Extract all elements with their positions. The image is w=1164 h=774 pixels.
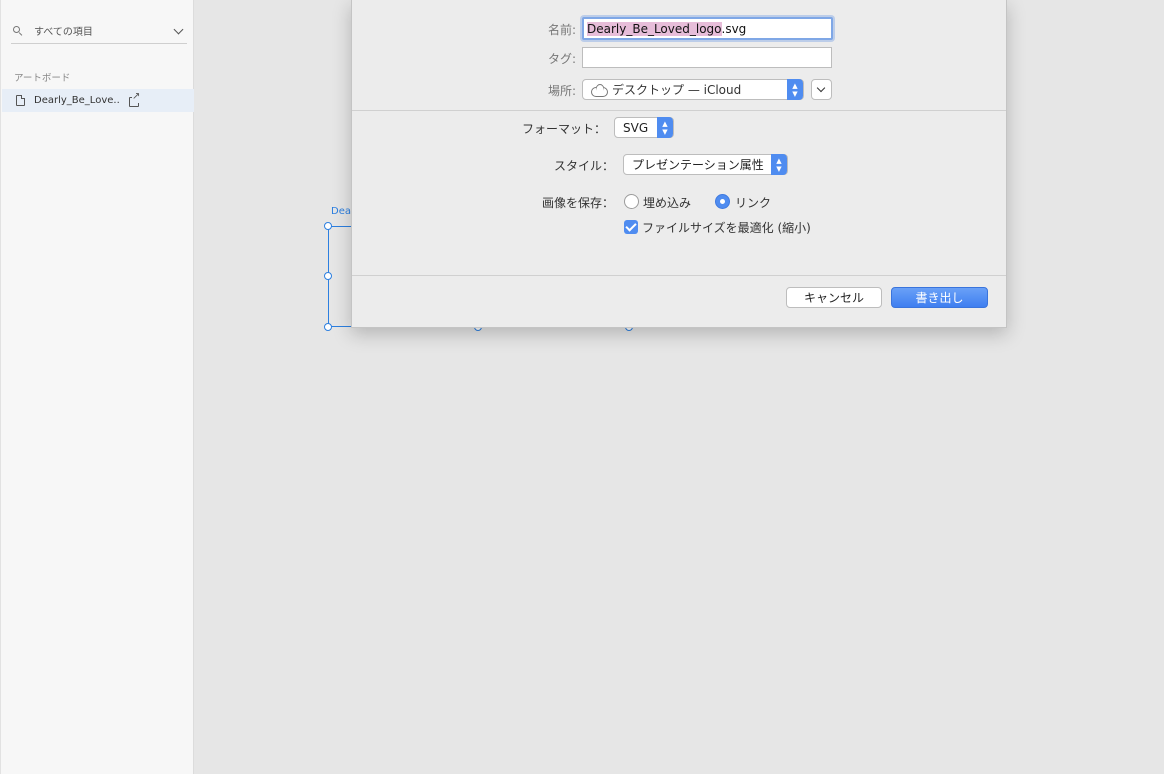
style-value: プレゼンテーション属性	[632, 158, 764, 172]
optimize-checkbox-label[interactable]: ファイルサイズを最適化 (縮小)	[642, 219, 811, 236]
optimize-checkbox[interactable]	[624, 220, 638, 234]
embed-radio[interactable]	[624, 194, 639, 209]
artboard-list-item[interactable]: Dearly_Be_Love...	[2, 89, 194, 112]
tags-label: タグ:	[547, 52, 576, 66]
location-value: デスクトップ — iCloud	[612, 83, 742, 97]
style-select[interactable]: プレゼンテーション属性 ▲ ▼	[623, 154, 788, 175]
style-label: スタイル：	[553, 159, 614, 173]
resize-handle-middle-left[interactable]	[324, 272, 332, 280]
cancel-button[interactable]: キャンセル	[786, 287, 882, 308]
format-stepper-icon: ▲ ▼	[657, 117, 673, 138]
artboard-item-label: Dearly_Be_Love...	[34, 95, 120, 106]
export-dialog: 名前: Dearly_Be_Loved_logo .svg タグ: 場所: デスク…	[351, 0, 1007, 328]
filter-label: すべての項目	[34, 27, 93, 38]
chevron-down-icon[interactable]	[173, 25, 185, 37]
link-radio-label[interactable]: リンク	[735, 194, 771, 211]
expand-dialog-button[interactable]	[811, 79, 832, 100]
format-select[interactable]: SVG ▲ ▼	[614, 117, 674, 138]
style-stepper-icon: ▲ ▼	[771, 154, 787, 175]
filename-selected-text: Dearly_Be_Loved_logo	[587, 21, 722, 36]
resize-handle-bottom-left[interactable]	[324, 323, 332, 331]
divider	[352, 275, 1006, 276]
location-stepper-icon: ▲ ▼	[787, 79, 803, 100]
search-icon	[12, 24, 26, 38]
embed-radio-label[interactable]: 埋め込み	[643, 194, 691, 211]
filename-field[interactable]: Dearly_Be_Loved_logo .svg	[582, 17, 833, 40]
export-button[interactable]: 書き出し	[891, 287, 988, 308]
document-icon	[16, 95, 25, 106]
name-label: 名前:	[547, 23, 576, 37]
format-label: フォーマット：	[521, 122, 606, 136]
save-images-label: 画像を保存：	[541, 196, 614, 210]
layers-sidebar: すべての項目 アートボード Dearly_Be_Love...	[0, 0, 194, 774]
format-value: SVG	[623, 120, 649, 135]
section-title-artboards: アートボード	[14, 73, 71, 84]
location-select[interactable]: デスクトップ — iCloud ▲ ▼	[582, 79, 804, 100]
cloud-icon	[591, 85, 608, 97]
tags-field[interactable]	[582, 47, 832, 68]
filename-extension: .svg	[721, 21, 747, 36]
location-label: 場所:	[547, 84, 576, 98]
filter-row[interactable]: すべての項目	[11, 18, 187, 44]
link-radio[interactable]	[715, 194, 730, 209]
resize-handle-top-left[interactable]	[324, 222, 332, 230]
divider	[352, 110, 1006, 111]
share-icon[interactable]	[129, 91, 141, 107]
artboard-name-label[interactable]: Dea	[331, 206, 351, 217]
